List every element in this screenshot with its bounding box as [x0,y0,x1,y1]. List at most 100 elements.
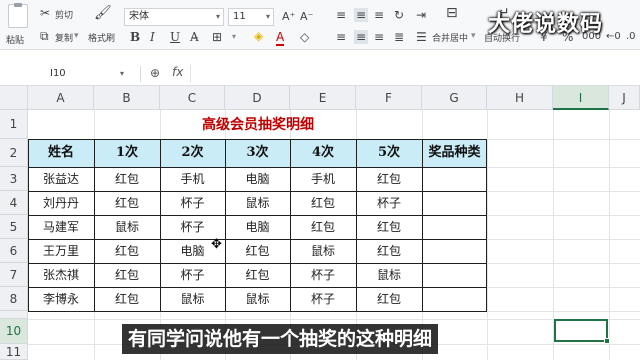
brush-icon[interactable]: 🖌 [94,6,112,20]
column-header-A[interactable]: A [28,86,94,110]
table-cell[interactable]: 杯子 [290,287,356,311]
table-cell[interactable] [422,287,487,311]
table-cell[interactable]: 红包 [94,287,160,311]
font-color-icon[interactable]: A [276,30,285,46]
decrease-decimal-icon[interactable]: .0 [626,30,636,44]
border-icon[interactable]: ⊞ [212,30,222,44]
table-header-cell[interactable]: 5次 [356,139,422,167]
border-dropdown-icon[interactable]: ▾ [232,30,236,44]
row-header-5[interactable]: 5 [0,215,28,239]
table-cell[interactable] [422,263,487,287]
column-header-G[interactable]: G [422,86,487,110]
table-cell[interactable]: 红包 [356,239,422,263]
underline-button[interactable]: U [170,30,180,44]
clear-format-icon[interactable]: ◇ [300,30,309,44]
name-box[interactable]: I10 ▾ [6,65,130,83]
table-cell[interactable]: 红包 [290,215,356,239]
merge-icon[interactable]: ⊟ [446,6,458,20]
table-cell[interactable]: 红包 [94,191,160,215]
paste-icon[interactable] [8,3,28,28]
table-cell[interactable]: 电脑 [225,167,290,191]
column-header-H[interactable]: H [487,86,553,110]
merge-dropdown-icon[interactable]: ▾ [471,31,476,41]
table-cell[interactable]: 红包 [356,287,422,311]
table-cell[interactable]: 杯子 [160,263,225,287]
font-size-select[interactable]: 11 ▾ [228,8,274,26]
table-cell[interactable]: 鼠标 [356,263,422,287]
row-header-11[interactable]: 11 [0,344,28,360]
merge-center-button[interactable]: 合并居中 [432,31,468,44]
bold-button[interactable]: B [130,30,140,44]
align-bottom-icon[interactable]: ≡ [374,8,384,22]
copy-dropdown-icon[interactable]: ▾ [74,31,79,41]
row-header-3[interactable]: 3 [0,167,28,191]
fill-handle[interactable] [604,338,610,344]
row-header-9[interactable]: 9 [0,311,28,319]
table-cell[interactable] [422,191,487,215]
table-cell[interactable]: 红包 [94,167,160,191]
align-left-icon[interactable]: ≡ [336,30,346,44]
formula-input[interactable] [190,65,636,83]
table-cell[interactable]: 手机 [290,167,356,191]
table-header-cell[interactable]: 1次 [94,139,160,167]
column-header-C[interactable]: C [160,86,225,110]
column-header-D[interactable]: D [225,86,290,110]
table-cell[interactable]: 鼠标 [225,191,290,215]
table-cell[interactable]: 鼠标 [160,287,225,311]
table-cell[interactable]: 电脑 [225,215,290,239]
row-header-7[interactable]: 7 [0,263,28,287]
table-cell[interactable]: 红包 [356,215,422,239]
function-icon[interactable]: fx [172,65,183,79]
row-header-6[interactable]: 6 [0,239,28,263]
indent-icon[interactable]: ⇥ [416,8,426,22]
column-header-E[interactable]: E [290,86,356,110]
align-center-icon[interactable]: ≡ [354,30,368,44]
column-header-F[interactable]: F [356,86,422,110]
cut-button[interactable]: 剪切 [55,8,73,21]
table-cell-name[interactable]: 张杰祺 [28,263,94,287]
sheet-title[interactable]: 高级会员抽奖明细 [160,112,356,138]
table-cell[interactable]: 杯子 [160,191,225,215]
table-cell[interactable] [422,167,487,191]
table-cell[interactable]: 鼠标 [225,287,290,311]
row-header-4[interactable]: 4 [0,191,28,215]
paste-button-label[interactable]: 粘贴 [6,33,24,46]
table-cell[interactable]: 红包 [356,167,422,191]
table-cell-name[interactable]: 刘丹丹 [28,191,94,215]
row-header-10[interactable]: 10 [0,319,28,344]
copy-button[interactable]: 复制 [55,31,73,44]
table-header-cell[interactable]: 2次 [160,139,225,167]
table-cell-name[interactable]: 张益达 [28,167,94,191]
strikethrough-button[interactable]: A̶ [190,30,199,44]
selected-cell-I10[interactable] [554,319,608,342]
increase-font-button[interactable]: A⁺ [282,10,295,24]
column-header-I[interactable]: I [553,86,609,110]
copy-icon[interactable]: ⧉ [40,29,49,43]
table-cell[interactable]: 红包 [225,239,290,263]
italic-button[interactable]: I [150,30,155,44]
table-cell[interactable]: 杯子 [160,215,225,239]
table-cell[interactable]: 红包 [225,263,290,287]
table-cell[interactable]: 鼠标 [94,215,160,239]
row-header-1[interactable]: 1 [0,110,28,139]
zoom-icon[interactable]: ⊕ [150,66,160,80]
justify-icon[interactable]: ≣ [394,30,404,44]
table-cell[interactable] [422,215,487,239]
align-right-icon[interactable]: ≡ [374,30,384,44]
increase-decimal-icon[interactable]: ←0 [606,30,621,44]
row-header-2[interactable]: 2 [0,139,28,167]
table-cell[interactable]: 红包 [94,263,160,287]
align-middle-icon[interactable]: ≡ [354,8,368,22]
table-cell-name[interactable]: 王万里 [28,239,94,263]
table-cell-name[interactable]: 马建军 [28,215,94,239]
table-cell-name[interactable]: 李博永 [28,287,94,311]
table-header-cell[interactable]: 4次 [290,139,356,167]
table-header-cell[interactable]: 姓名 [28,139,94,167]
table-cell[interactable]: 手机 [160,167,225,191]
decrease-font-button[interactable]: A⁻ [300,10,313,24]
table-cell[interactable]: 杯子 [356,191,422,215]
scissors-icon[interactable]: ✂ [40,6,50,20]
table-header-cell[interactable]: 奖品种类 [422,139,487,167]
align-top-icon[interactable]: ≡ [336,8,346,22]
font-name-select[interactable]: 宋体 ▾ [124,8,224,26]
